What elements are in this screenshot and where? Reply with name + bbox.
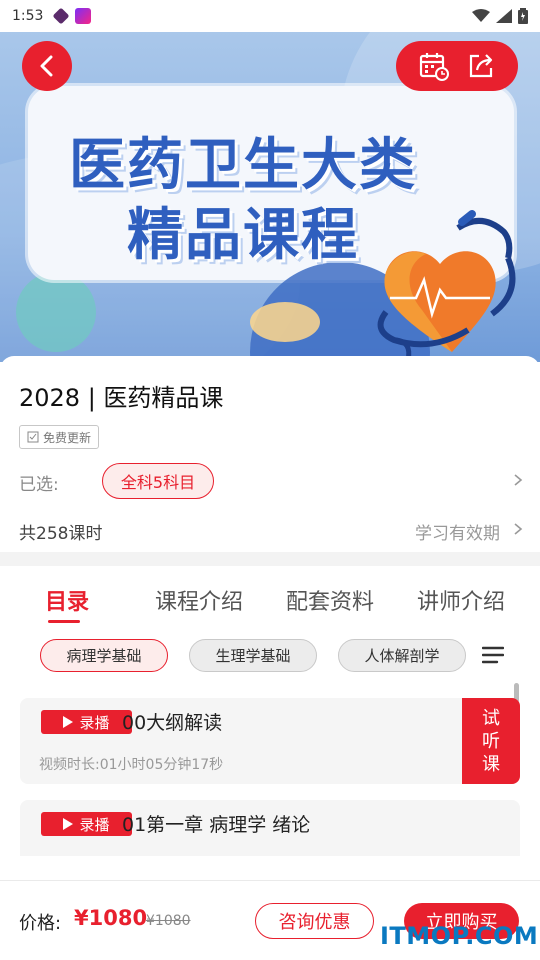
trial-char: 试	[482, 707, 500, 729]
signal-icon	[496, 9, 512, 23]
battery-icon	[518, 8, 528, 24]
status-indicators	[472, 8, 528, 24]
app-icon	[75, 8, 92, 24]
menu-list-icon[interactable]	[482, 646, 504, 664]
back-icon	[40, 55, 53, 77]
original-price: ¥1080	[146, 913, 191, 929]
selected-label: 已选:	[19, 475, 59, 495]
header-actions	[396, 41, 518, 91]
lesson-duration: 视频时长:01小时05分钟17秒	[39, 757, 224, 773]
lessons-count: 共258课时	[19, 524, 103, 544]
status-bar: 1:53	[0, 0, 540, 32]
tab-active-indicator	[48, 620, 80, 623]
banner-decoration	[250, 302, 320, 342]
lesson-title: 01第一章 病理学 绪论	[122, 814, 311, 836]
subject-chip-pathology[interactable]: 病理学基础	[40, 639, 168, 672]
app-icon	[52, 7, 70, 25]
recorded-badge: 录播	[41, 710, 132, 734]
price-label: 价格:	[19, 913, 62, 934]
recorded-badge: 录播	[41, 812, 132, 836]
consult-button[interactable]: 咨询优惠	[255, 903, 374, 939]
calendar-icon[interactable]	[419, 51, 449, 81]
lesson-title: 00大纲解读	[122, 712, 223, 734]
chevron-right-icon[interactable]	[512, 523, 524, 535]
share-icon[interactable]	[467, 52, 495, 80]
play-icon	[63, 818, 74, 830]
chevron-right-icon[interactable]	[512, 474, 524, 486]
play-icon	[63, 716, 74, 728]
wifi-icon	[472, 9, 490, 22]
validity-link[interactable]: 学习有效期	[415, 519, 500, 544]
tab-materials[interactable]: 配套资料	[286, 584, 374, 616]
course-title: 2028 | 医药精品课	[19, 384, 224, 412]
trial-lesson-tag[interactable]: 试 听 课	[462, 698, 520, 784]
course-info: 2028 | 医药精品课 免费更新 已选: 全科5科目 共258课时 学习有效期	[0, 356, 540, 552]
stethoscope-heart-icon	[377, 210, 516, 362]
update-tag: 免费更新	[19, 425, 100, 449]
recorded-badge-label: 录播	[79, 815, 110, 834]
subject-chip-anatomy[interactable]: 人体解剖学	[338, 639, 466, 672]
banner-title-line1: 医药卫生大类	[69, 133, 417, 198]
check-box-icon	[27, 431, 39, 443]
banner-decoration	[16, 272, 96, 352]
subject-chip-physiology[interactable]: 生理学基础	[189, 639, 317, 672]
selected-subjects-chip[interactable]: 全科5科目	[102, 463, 214, 499]
update-tag-label: 免费更新	[43, 430, 92, 445]
tab-course-intro[interactable]: 课程介绍	[155, 584, 243, 616]
section-divider	[0, 552, 540, 566]
lesson-item[interactable]: 录播 00大纲解读 视频时长:01小时05分钟17秒	[20, 698, 520, 784]
tab-teacher-intro[interactable]: 讲师介绍	[417, 584, 505, 616]
back-button[interactable]	[22, 41, 72, 91]
trial-char: 课	[482, 753, 500, 775]
tab-catalog[interactable]: 目录	[45, 584, 89, 616]
watermark: ITMOP.COM	[380, 922, 539, 950]
price: ¥1080	[74, 906, 148, 930]
tab-bar: 目录 课程介绍 配套资料 讲师介绍	[0, 566, 540, 636]
lesson-item[interactable]: 录播 01第一章 病理学 绪论	[20, 800, 520, 856]
status-time: 1:53	[12, 8, 44, 24]
trial-char: 听	[482, 730, 500, 752]
recorded-badge-label: 录播	[79, 713, 110, 732]
